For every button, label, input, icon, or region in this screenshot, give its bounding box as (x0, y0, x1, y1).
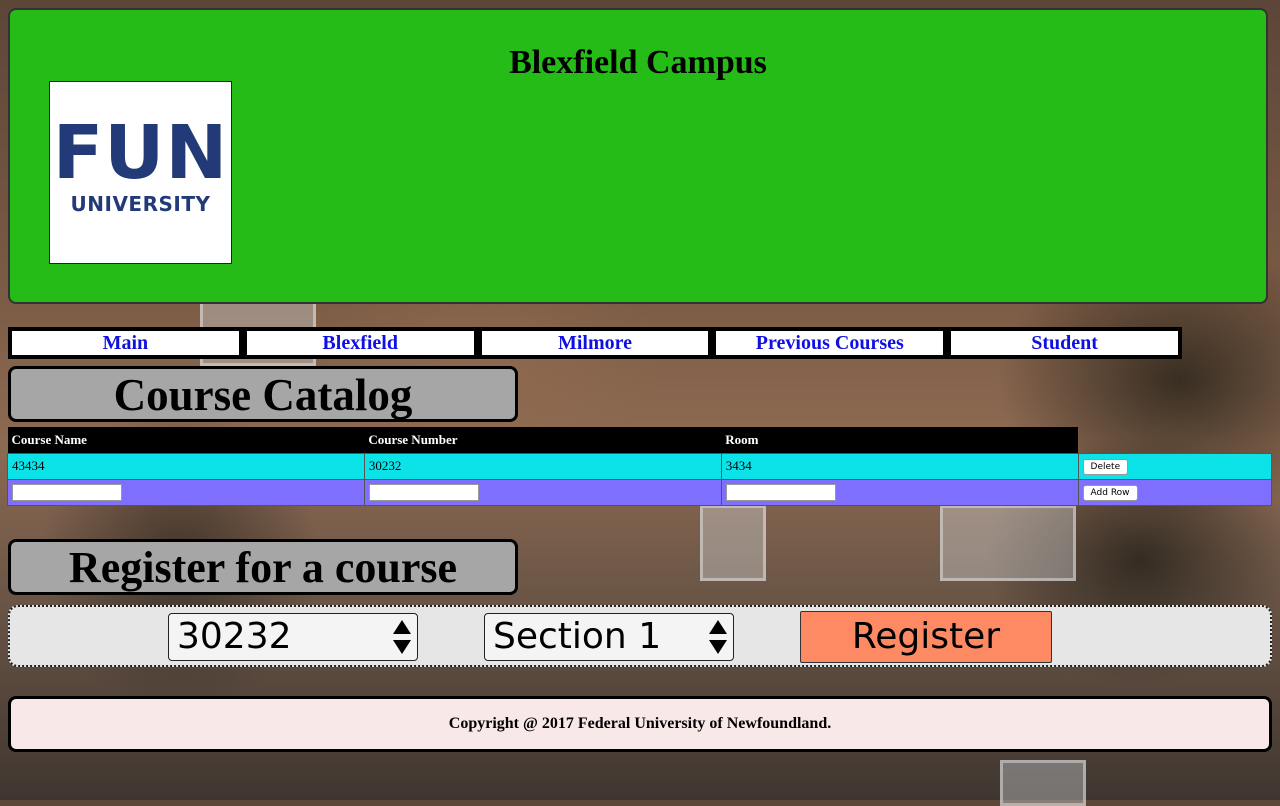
header-panel: Blexfield Campus FUN UNIVERSITY (8, 8, 1268, 304)
main-nav: Main Blexfield Milmore Previous Courses … (8, 327, 1182, 359)
column-header-actions (1078, 427, 1271, 453)
university-logo: FUN UNIVERSITY (49, 81, 232, 264)
add-row-button[interactable]: Add Row (1082, 485, 1138, 501)
column-header-room: Room (721, 427, 1079, 453)
course-catalog-heading: Course Catalog (8, 366, 518, 422)
cell-new-course-number (363, 478, 722, 506)
cell-course-number: 30232 (363, 452, 722, 480)
new-course-number-input[interactable] (368, 483, 479, 501)
cell-actions: Delete (1077, 452, 1273, 480)
logo-text-main: FUN (52, 110, 229, 196)
nav-link-student[interactable]: Student (951, 331, 1178, 355)
new-course-name-input[interactable] (12, 483, 122, 501)
campus-title: Blexfield Campus (509, 44, 767, 81)
column-header-course-name: Course Name (7, 427, 365, 453)
course-select-value: 30232 (177, 616, 292, 657)
cell-new-actions: Add Row (1077, 478, 1273, 506)
select-arrows-icon (709, 620, 727, 654)
nav-link-milmore[interactable]: Milmore (481, 331, 709, 355)
cell-new-course-name (7, 478, 365, 506)
register-button[interactable]: Register (800, 611, 1052, 663)
nav-link-main[interactable]: Main (12, 331, 239, 355)
copyright-text: Copyright @ 2017 Federal University of N… (448, 715, 832, 732)
background-window (700, 505, 766, 581)
table-header-row: Course Name Course Number Room (7, 427, 1272, 453)
background-window (940, 505, 1076, 581)
footer: Copyright @ 2017 Federal University of N… (8, 696, 1272, 752)
new-row: Add Row (7, 478, 1273, 506)
logo-text-sub: UNIVERSITY (70, 192, 211, 216)
cell-room: 3434 (720, 452, 1079, 480)
table-row: 43434 30232 3434 Delete (7, 452, 1273, 480)
nav-link-previous-courses[interactable]: Previous Courses (716, 331, 944, 355)
cell-course-name: 43434 (7, 452, 365, 480)
nav-link-blexfield[interactable]: Blexfield (246, 331, 474, 355)
delete-row-button[interactable]: Delete (1082, 459, 1129, 475)
section-select[interactable]: Section 1 (484, 613, 734, 661)
course-catalog-table: Course Name Course Number Room 43434 302… (7, 427, 1273, 506)
cell-new-room (720, 478, 1079, 506)
section-select-value: Section 1 (493, 616, 662, 657)
course-select[interactable]: 30232 (168, 613, 418, 661)
register-form: 30232 Section 1 Register (8, 605, 1272, 667)
register-heading: Register for a course (8, 539, 518, 595)
background-window (1000, 760, 1086, 806)
select-arrows-icon (393, 620, 411, 654)
column-header-course-number: Course Number (364, 427, 722, 453)
new-room-input[interactable] (725, 483, 836, 501)
